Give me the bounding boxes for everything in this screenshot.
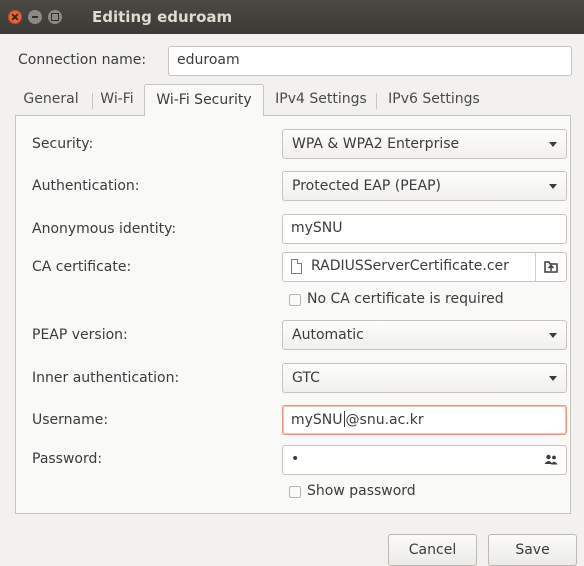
users-icon[interactable] (544, 454, 558, 470)
username-label: Username: (32, 412, 109, 428)
connection-name-input[interactable]: eduroam (168, 46, 572, 76)
authentication-dropdown[interactable]: Protected EAP (PEAP) (282, 171, 567, 201)
password-label: Password: (32, 451, 103, 467)
tab-separator (376, 93, 377, 109)
chevron-down-icon (549, 184, 557, 189)
show-password-label: Show password (307, 483, 416, 499)
chevron-down-icon (549, 376, 557, 381)
ca-certificate-label: CA certificate: (32, 259, 132, 275)
text-caret (343, 411, 345, 427)
open-file-button[interactable] (535, 253, 566, 281)
maximize-window-button[interactable] (48, 10, 62, 24)
tab-wifi[interactable]: Wi-Fi (94, 84, 140, 116)
password-input[interactable]: • (282, 445, 567, 475)
tab-ipv4-settings[interactable]: IPv4 Settings (268, 84, 374, 116)
peap-version-label: PEAP version: (32, 327, 128, 343)
cancel-button[interactable]: Cancel (388, 534, 477, 566)
password-value: • (291, 451, 300, 467)
anonymous-identity-input[interactable]: mySNU (282, 214, 567, 244)
file-icon (291, 259, 302, 274)
no-ca-required-checkbox[interactable] (289, 294, 301, 306)
connection-name-label: Connection name: (18, 52, 147, 68)
title-bar: Editing eduroam (0, 0, 584, 34)
tab-ipv6-settings[interactable]: IPv6 Settings (382, 84, 486, 116)
security-value: WPA & WPA2 Enterprise (292, 136, 460, 152)
window-title: Editing eduroam (92, 8, 233, 26)
open-file-icon (544, 261, 558, 273)
inner-authentication-value: GTC (292, 370, 320, 386)
tab-separator (92, 93, 93, 109)
inner-authentication-label: Inner authentication: (32, 370, 180, 386)
ca-certificate-value: RADIUSServerCertificate.cer (311, 258, 509, 274)
tab-wifi-security[interactable]: Wi-Fi Security (144, 84, 264, 116)
anonymous-identity-label: Anonymous identity: (32, 221, 177, 237)
no-ca-required-label: No CA certificate is required (307, 291, 504, 307)
chevron-down-icon (549, 333, 557, 338)
username-value-before-caret: mySNU (291, 412, 343, 428)
tab-general[interactable]: General (14, 84, 88, 116)
inner-authentication-dropdown[interactable]: GTC (282, 363, 567, 393)
show-password-checkbox[interactable] (289, 486, 301, 498)
peap-version-dropdown[interactable]: Automatic (282, 320, 567, 350)
peap-version-value: Automatic (292, 327, 364, 343)
authentication-value: Protected EAP (PEAP) (292, 178, 441, 194)
save-button[interactable]: Save (488, 534, 577, 566)
security-label: Security: (32, 136, 94, 152)
security-dropdown[interactable]: WPA & WPA2 Enterprise (282, 129, 567, 159)
authentication-label: Authentication: (32, 178, 140, 194)
minimize-window-button[interactable] (28, 10, 42, 24)
ca-certificate-chooser[interactable]: RADIUSServerCertificate.cer (282, 252, 567, 282)
username-value-after-caret: @snu.ac.kr (345, 412, 424, 428)
chevron-down-icon (549, 142, 557, 147)
close-window-button[interactable] (8, 10, 22, 24)
username-input[interactable]: mySNU @snu.ac.kr (282, 405, 567, 435)
